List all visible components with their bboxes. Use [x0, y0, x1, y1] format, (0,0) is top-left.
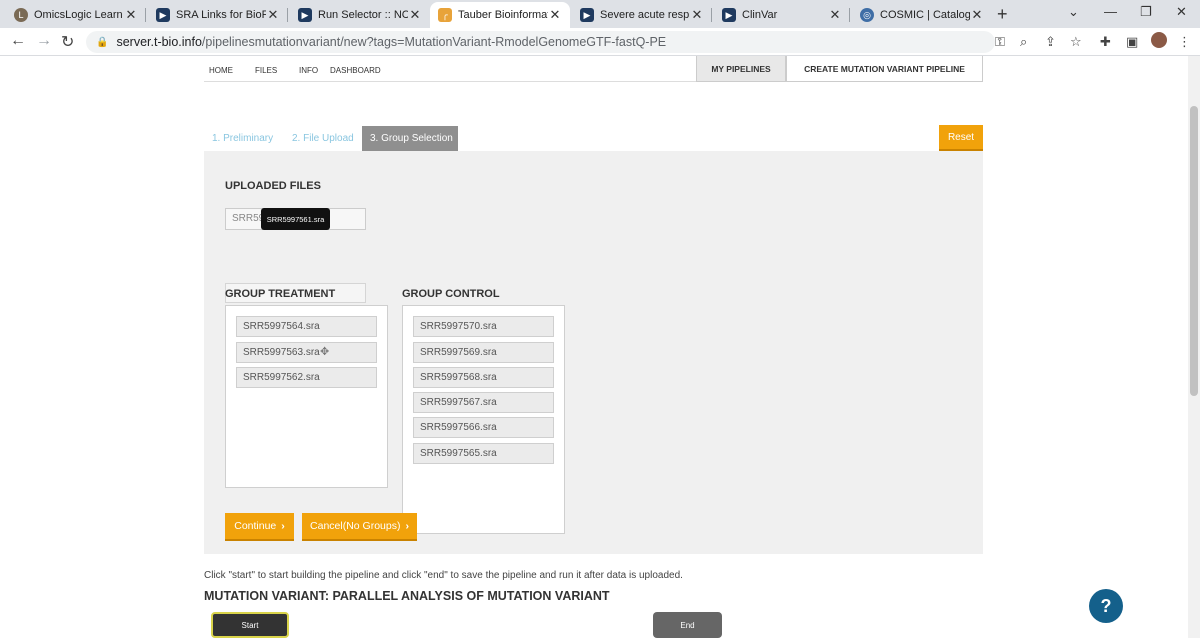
- zoom-icon[interactable]: ⌕: [1020, 34, 1027, 50]
- sidepanel-icon[interactable]: ▣: [1126, 34, 1138, 50]
- profile-avatar[interactable]: [1151, 32, 1167, 48]
- continue-label: Continue: [234, 520, 277, 532]
- drag-file-tooltip[interactable]: SRR5997561.sra: [261, 208, 330, 230]
- treatment-file-item[interactable]: SRR5997564.sra: [236, 316, 377, 337]
- browser-tab[interactable]: ▶ SRA Links for BioProje ✕: [148, 2, 288, 28]
- treatment-file-item[interactable]: SRR5997563.sra: [236, 342, 377, 363]
- uploaded-file-item[interactable]: SRR59: [232, 213, 264, 224]
- continue-button[interactable]: Continue ›: [225, 513, 294, 541]
- cosmic-icon: ◎: [860, 8, 874, 22]
- browser-tab-bar: L OmicsLogic Learn - P ✕ ▶ SRA Links for…: [0, 0, 1200, 28]
- pipeline-title: MUTATION VARIANT: PARALLEL ANALYSIS OF M…: [204, 589, 610, 603]
- control-file-item[interactable]: SRR5997569.sra: [413, 342, 554, 363]
- url-host: server.t-bio.info: [116, 35, 202, 49]
- help-icon[interactable]: ?: [1089, 589, 1123, 623]
- pipeline-start-node[interactable]: Start: [211, 612, 289, 638]
- ncbi-icon: ▶: [298, 8, 312, 22]
- url-path: /pipelinesmutationvariant/new?tags=Mutat…: [201, 35, 667, 49]
- my-pipelines-tab[interactable]: MY PIPELINES: [696, 56, 786, 82]
- tab-title: Severe acute respirato: [600, 9, 690, 21]
- tab-title: COSMIC | Catalogue o: [880, 9, 970, 21]
- bookmark-star-icon[interactable]: ☆: [1070, 34, 1082, 50]
- nav-files[interactable]: FILES: [255, 66, 277, 75]
- chevron-right-icon: ›: [281, 520, 285, 532]
- ncbi-icon: ▶: [156, 8, 170, 22]
- tab-title: ClinVar: [742, 9, 778, 21]
- close-icon[interactable]: ✕: [408, 7, 422, 23]
- tab-title: OmicsLogic Learn - P: [34, 9, 124, 21]
- ncbi-icon: ▶: [580, 8, 594, 22]
- browser-tab[interactable]: L OmicsLogic Learn - P ✕: [6, 2, 146, 28]
- scrollbar-thumb[interactable]: [1190, 106, 1198, 396]
- control-file-item[interactable]: SRR5997565.sra: [413, 443, 554, 464]
- tab-title: Run Selector :: NCBI: [318, 9, 408, 21]
- close-icon[interactable]: ✕: [828, 7, 842, 23]
- browser-tab-active[interactable]: ╭ Tauber Bioinformatics ✕: [430, 2, 570, 28]
- control-file-item[interactable]: SRR5997570.sra: [413, 316, 554, 337]
- group-treatment-box[interactable]: SRR5997564.sra SRR5997563.sra SRR5997562…: [225, 305, 388, 488]
- chevron-right-icon: ›: [405, 520, 409, 532]
- minimize-icon[interactable]: —: [1104, 4, 1117, 19]
- cancel-label: Cancel(No Groups): [310, 520, 401, 532]
- pipeline-end-node[interactable]: End: [653, 612, 722, 638]
- pipeline-hint: Click "start" to start building the pipe…: [204, 570, 683, 581]
- control-file-item[interactable]: SRR5997566.sra: [413, 417, 554, 438]
- group-control-title: GROUP CONTROL: [402, 288, 500, 300]
- browser-tab[interactable]: ▶ Run Selector :: NCBI ✕: [290, 2, 430, 28]
- new-tab-icon[interactable]: +: [997, 4, 1008, 25]
- uploaded-files-title: UPLOADED FILES: [225, 180, 321, 192]
- close-icon[interactable]: ✕: [124, 7, 138, 23]
- cancel-no-groups-button[interactable]: Cancel(No Groups) ›: [302, 513, 417, 541]
- back-icon[interactable]: ←: [10, 32, 26, 50]
- nav-dashboard[interactable]: DASHBOARD: [330, 66, 381, 75]
- group-control-box[interactable]: SRR5997570.sra SRR5997569.sra SRR5997568…: [402, 305, 565, 534]
- forward-icon[interactable]: →: [36, 32, 52, 50]
- omicslogic-icon: L: [14, 8, 28, 22]
- move-cursor-icon: ✥: [320, 346, 330, 358]
- close-icon[interactable]: ✕: [266, 7, 280, 23]
- reset-button[interactable]: Reset: [939, 125, 983, 151]
- key-icon[interactable]: ⚿: [995, 34, 1005, 50]
- site-nav: HOME FILES INFO DASHBOARD MY PIPELINES C…: [204, 56, 983, 82]
- close-icon[interactable]: ✕: [690, 7, 704, 23]
- tab-title: SRA Links for BioProje: [176, 9, 266, 21]
- close-icon[interactable]: ✕: [970, 7, 984, 23]
- page-content: HOME FILES INFO DASHBOARD MY PIPELINES C…: [0, 56, 1188, 638]
- create-pipeline-tab[interactable]: CREATE MUTATION VARIANT PIPELINE: [786, 56, 983, 82]
- treatment-file-item[interactable]: SRR5997562.sra: [236, 367, 377, 388]
- close-icon[interactable]: ✕: [548, 7, 562, 23]
- step-group-selection[interactable]: 3. Group Selection: [362, 126, 458, 151]
- tab-title: Tauber Bioinformatics: [458, 9, 548, 21]
- nav-home[interactable]: HOME: [209, 66, 233, 75]
- browser-tab[interactable]: ▶ ClinVar ✕: [714, 2, 850, 28]
- menu-icon[interactable]: ⋮: [1178, 34, 1191, 50]
- maximize-icon[interactable]: ❐: [1140, 4, 1152, 20]
- group-selection-panel: UPLOADED FILES SRR59 SRR5997561.sra GROU…: [204, 151, 983, 554]
- control-file-item[interactable]: SRR5997568.sra: [413, 367, 554, 388]
- control-file-item[interactable]: SRR5997567.sra: [413, 392, 554, 413]
- group-treatment-title: GROUP TREATMENT: [225, 288, 336, 300]
- address-toolbar: ← → ↻ 🔒 server.t-bio.info/pipelinesmutat…: [0, 28, 1200, 56]
- url-bar[interactable]: 🔒 server.t-bio.info/pipelinesmutationvar…: [86, 31, 995, 53]
- nav-info[interactable]: INFO: [299, 66, 318, 75]
- ncbi-icon: ▶: [722, 8, 736, 22]
- browser-tab[interactable]: ▶ Severe acute respirato ✕: [572, 2, 712, 28]
- share-icon[interactable]: ⇪: [1045, 34, 1056, 50]
- tab-search-icon[interactable]: ⌄: [1068, 4, 1079, 20]
- reload-icon[interactable]: ↻: [61, 32, 74, 52]
- browser-tab[interactable]: ◎ COSMIC | Catalogue o ✕: [852, 2, 992, 28]
- page-scrollbar[interactable]: [1188, 56, 1200, 638]
- window-close-icon[interactable]: ✕: [1176, 4, 1187, 20]
- step-preliminary[interactable]: 1. Preliminary: [204, 126, 281, 151]
- step-file-upload[interactable]: 2. File Upload: [284, 126, 362, 151]
- lock-icon[interactable]: 🔒: [96, 37, 108, 48]
- extensions-icon[interactable]: ✚: [1100, 34, 1111, 50]
- tauber-icon: ╭: [438, 8, 452, 22]
